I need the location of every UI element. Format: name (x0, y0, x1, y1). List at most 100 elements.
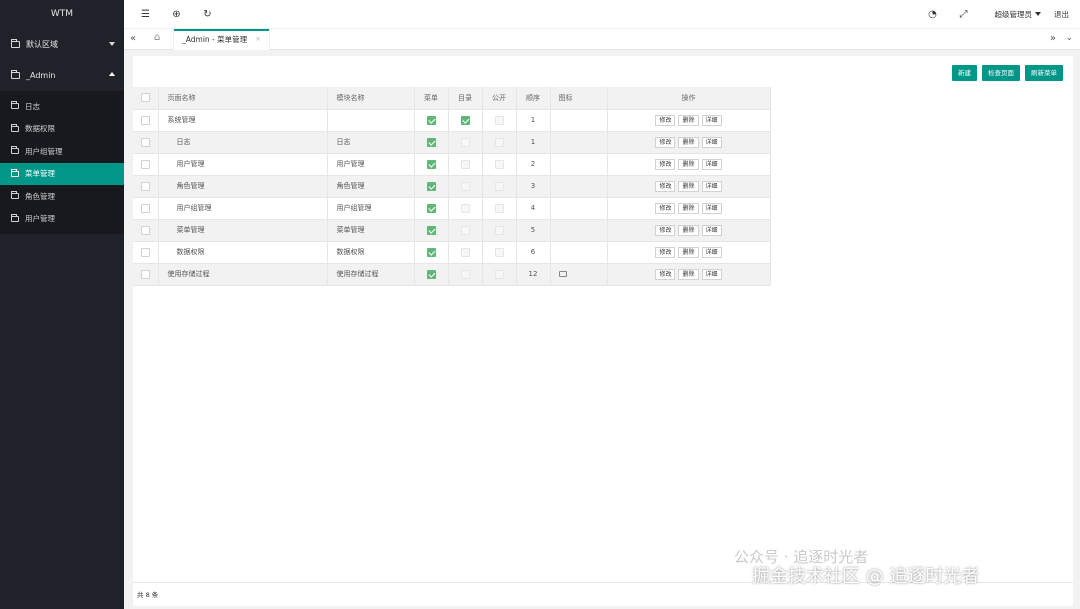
sidebar-item-data-privilege[interactable]: 数据权限 (0, 118, 124, 141)
row-checkbox[interactable] (140, 203, 150, 213)
user-menu[interactable]: 超级管理员 (994, 9, 1041, 20)
row-checkbox[interactable] (140, 225, 150, 235)
menu-checkbox[interactable] (426, 159, 436, 169)
edit-button[interactable]: 修改 (655, 246, 676, 258)
refresh-menu-button[interactable]: 刷新菜单 (1025, 65, 1063, 81)
order-cell: 6 (516, 241, 551, 264)
public-cell (482, 197, 517, 220)
sidebar-group-admin[interactable]: _Admin (0, 60, 124, 91)
edit-button[interactable]: 修改 (655, 268, 676, 280)
delete-button[interactable]: 删除 (678, 224, 699, 236)
icon-cell (550, 241, 608, 264)
menu-checkbox[interactable] (426, 181, 436, 191)
detail-button[interactable]: 详细 (701, 158, 722, 170)
tabs-scroll-left-icon[interactable]: « (130, 33, 136, 44)
directory-cell (448, 241, 483, 264)
icon-cell (550, 109, 608, 132)
sidebar-group-default-area[interactable]: 默认区域 (0, 29, 124, 60)
operations-cell: 修改 删除 详细 (607, 175, 771, 198)
folder-icon (11, 146, 19, 155)
sidebar-item-role[interactable]: 角色管理 (0, 185, 124, 208)
order-cell: 3 (516, 175, 551, 198)
edit-button[interactable]: 修改 (655, 136, 676, 148)
row-checkbox[interactable] (140, 269, 150, 279)
edit-button[interactable]: 修改 (655, 224, 676, 236)
delete-button[interactable]: 删除 (678, 268, 699, 280)
logout-link[interactable]: 退出 (1054, 9, 1069, 20)
table-row: 菜单管理 菜单管理 5 修改 删除 详细 (133, 219, 771, 242)
sidebar-item-user[interactable]: 用户管理 (0, 208, 124, 231)
sidebar-item-label: 菜单管理 (25, 169, 55, 179)
operations-cell: 修改 删除 详细 (607, 219, 771, 242)
column-header[interactable]: 目录 (448, 87, 483, 110)
detail-button[interactable]: 详细 (701, 180, 722, 192)
directory-cell (448, 153, 483, 176)
select-all-checkbox[interactable] (140, 93, 150, 103)
delete-button[interactable]: 删除 (678, 180, 699, 192)
row-checkbox[interactable] (140, 247, 150, 257)
column-header[interactable]: 图标 (550, 87, 608, 110)
operations-cell: 修改 删除 详细 (607, 131, 771, 154)
sidebar-group-label: 默认区域 (26, 40, 58, 49)
delete-button[interactable]: 删除 (678, 202, 699, 214)
module-name-cell (327, 109, 415, 132)
edit-button[interactable]: 修改 (655, 158, 676, 170)
sidebar-submenu: 日志 数据权限 用户组管理 菜单管理 角色管理 用户管理 (0, 91, 124, 234)
row-checkbox[interactable] (140, 137, 150, 147)
menu-checkbox[interactable] (426, 115, 436, 125)
chevron-down-icon[interactable]: ⌄ (1065, 33, 1073, 43)
edit-button[interactable]: 修改 (655, 114, 676, 126)
menu-toggle-icon[interactable]: ☰ (139, 8, 152, 21)
row-checkbox[interactable] (140, 181, 150, 191)
public-checkbox (494, 225, 504, 235)
delete-button[interactable]: 删除 (678, 158, 699, 170)
detail-button[interactable]: 详细 (701, 224, 722, 236)
menu-checkbox[interactable] (426, 225, 436, 235)
detail-button[interactable]: 详细 (701, 246, 722, 258)
detail-button[interactable]: 详细 (701, 136, 722, 148)
check-pages-button[interactable]: 检查页面 (982, 65, 1020, 81)
row-select-cell (133, 131, 159, 154)
globe-icon[interactable]: ⊕ (170, 8, 183, 21)
close-icon[interactable]: × (255, 29, 261, 50)
home-icon[interactable]: ⌂ (154, 32, 160, 43)
column-header[interactable]: 模块名称 (327, 87, 415, 110)
column-header[interactable]: 页面名称 (158, 87, 328, 110)
directory-cell (448, 131, 483, 154)
fullscreen-icon[interactable]: ⤢ (957, 8, 970, 21)
edit-button[interactable]: 修改 (655, 202, 676, 214)
sidebar-item-menu-management[interactable]: 菜单管理 (0, 162, 124, 185)
delete-button[interactable]: 删除 (678, 246, 699, 258)
edit-button[interactable]: 修改 (655, 180, 676, 192)
menu-cell (414, 109, 449, 132)
detail-button[interactable]: 详细 (701, 268, 722, 280)
public-cell (482, 131, 517, 154)
menu-checkbox[interactable] (426, 137, 436, 147)
row-checkbox[interactable] (140, 159, 150, 169)
user-name: 超级管理员 (994, 10, 1033, 19)
tab-admin-menu-management[interactable]: _Admin - 菜单管理 × (173, 29, 270, 50)
new-button[interactable]: 新建 (952, 65, 977, 81)
column-header[interactable]: 公开 (482, 87, 517, 110)
sidebar-item-log[interactable]: 日志 (0, 95, 124, 118)
public-checkbox (494, 115, 504, 125)
detail-button[interactable]: 详细 (701, 114, 722, 126)
folder-icon (11, 101, 19, 110)
theme-icon[interactable]: ◔ (926, 8, 939, 21)
column-header[interactable]: 顺序 (516, 87, 551, 110)
sidebar-item-user-group[interactable]: 用户组管理 (0, 140, 124, 163)
tabs-scroll-right-icon[interactable]: » (1050, 33, 1056, 44)
row-checkbox[interactable] (140, 115, 150, 125)
refresh-icon[interactable]: ↻ (201, 8, 214, 21)
menu-checkbox[interactable] (426, 203, 436, 213)
delete-button[interactable]: 删除 (678, 114, 699, 126)
column-header[interactable]: 菜单 (414, 87, 449, 110)
brand-logo[interactable]: WTM (0, 0, 124, 29)
page-name-cell: 日志 (158, 131, 328, 154)
delete-button[interactable]: 删除 (678, 136, 699, 148)
directory-checkbox[interactable] (460, 115, 470, 125)
detail-button[interactable]: 详细 (701, 202, 722, 214)
menu-checkbox[interactable] (426, 269, 436, 279)
order-cell: 1 (516, 131, 551, 154)
menu-checkbox[interactable] (426, 247, 436, 257)
